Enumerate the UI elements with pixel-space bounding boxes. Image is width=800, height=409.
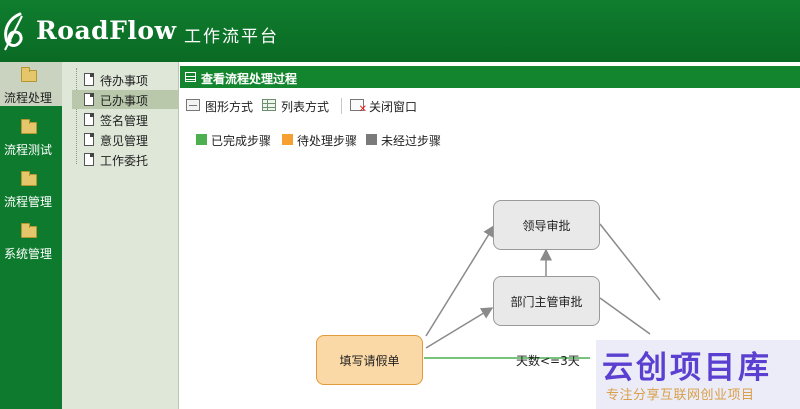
legend-label: 待处理步骤 — [297, 134, 358, 148]
tree-item-signature[interactable]: 签名管理 — [80, 110, 178, 129]
legend-swatch — [366, 134, 377, 145]
document-icon — [84, 73, 94, 86]
document-icon — [84, 93, 94, 106]
graph-view-label: 图形方式 — [205, 100, 254, 114]
module-label: 流程测试 — [4, 143, 53, 157]
toolbar-divider — [341, 98, 342, 114]
roadflow-logo-icon — [4, 12, 23, 51]
edge-apply-to-leader — [425, 224, 495, 337]
tree-item-label: 意见管理 — [100, 134, 149, 148]
legend-swatch — [282, 134, 293, 145]
edge-apply-to-dept — [425, 307, 494, 349]
edge-leader-out — [599, 223, 661, 301]
tree-item-delegate[interactable]: 工作委托 — [80, 150, 178, 169]
watermark-title: 云创项目库 — [602, 350, 772, 386]
document-icon — [84, 133, 94, 146]
flow-node-label: 填写请假单 — [339, 353, 400, 368]
watermark: 云创项目库 专注分享互联网创业项目 — [596, 340, 800, 409]
edge-dept-out — [599, 297, 651, 335]
task-tree: 待办事项 已办事项 签名管理 意见管理 工作委托 — [62, 62, 179, 409]
document-icon — [84, 113, 94, 126]
legend-swatch — [196, 134, 207, 145]
folder-icon — [21, 171, 37, 186]
tree-item-label: 工作委托 — [100, 154, 149, 168]
tree-item-todo[interactable]: 待办事项 — [80, 70, 178, 89]
close-window-label: 关闭窗口 — [369, 100, 418, 114]
tree-connector — [76, 68, 77, 164]
toolbar: 图形方式 列表方式 关闭窗口 — [180, 92, 800, 118]
module-label: 流程处理 — [4, 91, 53, 105]
flow-node-label: 领导审批 — [522, 218, 571, 233]
diagram-icon — [186, 99, 200, 111]
folder-icon — [21, 223, 37, 238]
flow-node-dept-approval[interactable]: 部门主管审批 — [493, 276, 600, 326]
app-header: RoadFlow 工作流平台 — [0, 0, 800, 62]
module-label: 系统管理 — [4, 247, 53, 261]
legend-label: 未经过步骤 — [381, 134, 442, 148]
flow-node-leader-approval[interactable]: 领导审批 — [493, 200, 600, 250]
folder-icon — [21, 119, 37, 134]
panel-title-bar: 查看流程处理过程 — [180, 66, 800, 88]
grid-icon — [185, 72, 196, 82]
folder-icon — [21, 67, 37, 82]
module-sidebar: 流程处理 流程测试 流程管理 系统管理 — [0, 62, 62, 409]
watermark-subtitle: 专注分享互联网创业项目 — [606, 388, 755, 403]
brand-name: RoadFlow — [36, 16, 177, 45]
document-icon — [84, 153, 94, 166]
tree-item-label: 已办事项 — [100, 94, 149, 108]
edge-condition-label: 天数<=3天 — [516, 354, 580, 368]
tree-item-label: 签名管理 — [100, 114, 149, 128]
close-window-icon — [350, 99, 367, 115]
module-item-manage[interactable]: 流程管理 — [0, 166, 62, 210]
tree-item-opinion[interactable]: 意见管理 — [80, 130, 178, 149]
module-label: 流程管理 — [4, 195, 53, 209]
module-item-test[interactable]: 流程测试 — [0, 114, 62, 158]
flow-node-label: 部门主管审批 — [510, 294, 583, 309]
list-view-label: 列表方式 — [281, 100, 330, 114]
table-icon — [262, 99, 276, 111]
legend-label: 已完成步骤 — [211, 134, 272, 148]
panel-title: 查看流程处理过程 — [201, 72, 298, 86]
module-item-system[interactable]: 系统管理 — [0, 218, 62, 262]
brand-subtitle: 工作流平台 — [184, 27, 279, 47]
flow-node-fill-leave-form[interactable]: 填写请假单 — [316, 335, 423, 385]
tree-item-label: 待办事项 — [100, 74, 149, 88]
module-item-process[interactable]: 流程处理 — [0, 62, 62, 106]
tree-item-done[interactable]: 已办事项 — [72, 90, 178, 109]
